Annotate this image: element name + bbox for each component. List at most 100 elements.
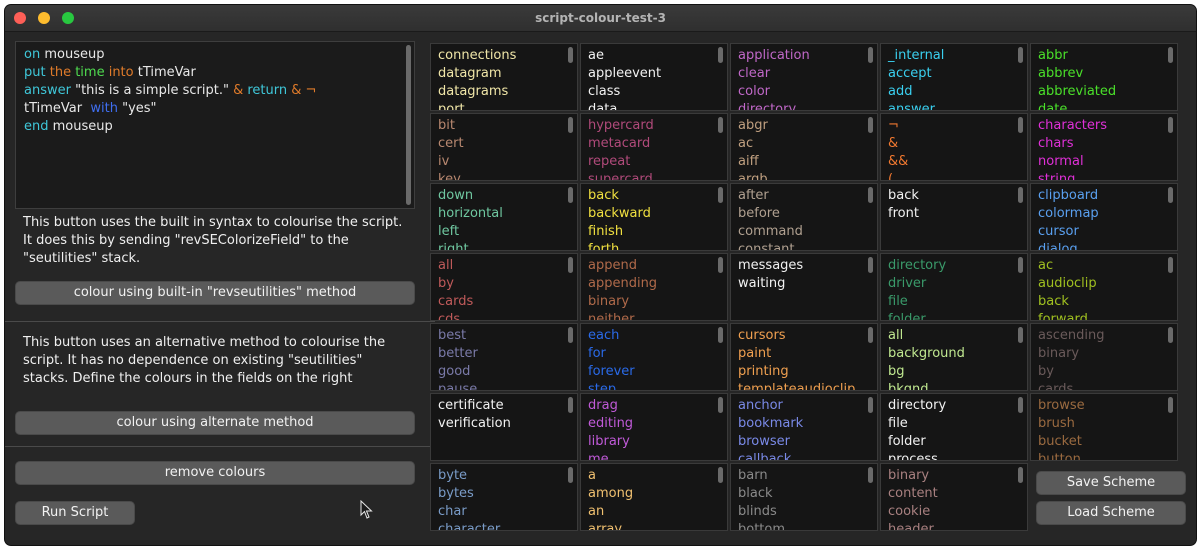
- script-token: tTimeVar: [24, 101, 87, 116]
- keyword-entry: step: [588, 382, 617, 391]
- field-scrollbar[interactable]: [718, 187, 723, 203]
- field-scrollbar[interactable]: [1018, 257, 1023, 273]
- keyword-colour-field[interactable]: ¬ & &&(: [880, 113, 1028, 181]
- field-scrollbar[interactable]: [1168, 187, 1173, 203]
- script-field[interactable]: on mouseup put the time into tTimeVar answ…: [15, 41, 415, 209]
- keyword-colour-field[interactable]: browse brush bucket button: [1030, 393, 1178, 461]
- field-scrollbar[interactable]: [1168, 47, 1173, 63]
- keyword-colour-field[interactable]: anchor bookmark browser callback: [730, 393, 878, 461]
- field-scrollbar[interactable]: [1168, 397, 1173, 413]
- keyword-entry: among: [588, 486, 634, 501]
- remove-colours-button[interactable]: remove colours: [15, 461, 415, 485]
- field-scrollbar[interactable]: [1168, 257, 1173, 273]
- keyword-colour-field[interactable]: messages waiting: [730, 253, 878, 321]
- keyword-entry: appleevent: [588, 66, 662, 81]
- keyword-entry: forth: [588, 242, 620, 251]
- keyword-colour-field[interactable]: cursors paint printing templateaudioclip: [730, 323, 878, 391]
- keyword-colour-field[interactable]: ac audioclip back forward: [1030, 253, 1178, 321]
- alternate-description: This button uses an alternative method t…: [23, 335, 386, 386]
- field-scrollbar[interactable]: [868, 467, 873, 483]
- colour-builtin-button[interactable]: colour using built-in "revseutilities" m…: [15, 281, 415, 305]
- keyword-colour-field[interactable]: barn black blinds bottom: [730, 463, 878, 531]
- field-scrollbar[interactable]: [718, 327, 723, 343]
- field-scrollbar[interactable]: [868, 117, 873, 133]
- keyword-colour-field[interactable]: characters chars normal string: [1030, 113, 1178, 181]
- field-scrollbar[interactable]: [568, 187, 573, 203]
- field-scrollbar[interactable]: [568, 397, 573, 413]
- field-scrollbar[interactable]: [868, 327, 873, 343]
- keyword-colour-field[interactable]: directory file folder process: [880, 393, 1028, 461]
- field-scrollbar[interactable]: [568, 47, 573, 63]
- save-scheme-button[interactable]: Save Scheme: [1036, 471, 1186, 495]
- keyword-colour-field[interactable]: certificate verification: [430, 393, 578, 461]
- load-scheme-button[interactable]: Load Scheme: [1036, 501, 1186, 525]
- keyword-entry: connections: [438, 48, 517, 63]
- field-scrollbar[interactable]: [718, 467, 723, 483]
- keyword-colour-field[interactable]: directory driver file folder: [880, 253, 1028, 321]
- keyword-entry: char: [438, 504, 467, 519]
- keyword-colour-field[interactable]: _internal accept add answer: [880, 43, 1028, 111]
- script-scrollbar[interactable]: [406, 45, 411, 205]
- keyword-colour-field[interactable]: back front: [880, 183, 1028, 251]
- field-scrollbar[interactable]: [718, 117, 723, 133]
- field-scrollbar[interactable]: [1018, 327, 1023, 343]
- field-scrollbar[interactable]: [1018, 467, 1023, 483]
- keyword-colour-field[interactable]: best better good pause: [430, 323, 578, 391]
- keyword-colour-field[interactable]: bit cert iv key: [430, 113, 578, 181]
- keyword-colour-field[interactable]: a among an array: [580, 463, 728, 531]
- field-scrollbar[interactable]: [718, 47, 723, 63]
- colour-alternate-button[interactable]: colour using alternate method: [15, 411, 415, 435]
- keyword-entry: cert: [438, 136, 464, 151]
- field-scrollbar[interactable]: [568, 327, 573, 343]
- keyword-entry: horizontal: [438, 206, 503, 221]
- keyword-colour-field[interactable]: clipboard colormap cursor dialog: [1030, 183, 1178, 251]
- field-scrollbar[interactable]: [868, 187, 873, 203]
- script-token: answer: [24, 83, 71, 98]
- keyword-colour-field[interactable]: after before command constant: [730, 183, 878, 251]
- field-scrollbar[interactable]: [718, 397, 723, 413]
- keyword-entry: header: [888, 522, 934, 531]
- field-scrollbar[interactable]: [1018, 397, 1023, 413]
- script-token: "yes": [117, 101, 157, 116]
- keyword-entry: for: [588, 346, 606, 361]
- field-scrollbar[interactable]: [718, 257, 723, 273]
- keyword-colour-field[interactable]: back backward finish forth: [580, 183, 728, 251]
- keyword-colour-field[interactable]: drag editing library me: [580, 393, 728, 461]
- field-scrollbar[interactable]: [1018, 187, 1023, 203]
- keyword-colour-field[interactable]: append appending binary neither: [580, 253, 728, 321]
- field-scrollbar[interactable]: [1018, 117, 1023, 133]
- keyword-colour-field[interactable]: down horizontal left right: [430, 183, 578, 251]
- keyword-entry: by: [438, 276, 454, 291]
- keyword-colour-field[interactable]: all by cards cds: [430, 253, 578, 321]
- keyword-colour-field[interactable]: all background bg bkgnd: [880, 323, 1028, 391]
- field-scrollbar[interactable]: [1168, 327, 1173, 343]
- keyword-colour-field[interactable]: abbr abbrev abbreviated date: [1030, 43, 1178, 111]
- field-scrollbar[interactable]: [568, 257, 573, 273]
- keyword-entry: folder: [888, 434, 926, 449]
- keyword-entry: metacard: [588, 136, 651, 151]
- keyword-colour-field[interactable]: abgr ac aiff argb: [730, 113, 878, 181]
- keyword-entry: characters: [1038, 118, 1108, 133]
- keyword-colour-field[interactable]: each for forever step: [580, 323, 728, 391]
- keyword-colour-field[interactable]: ascending binary by cards: [1030, 323, 1178, 391]
- field-scrollbar[interactable]: [1018, 47, 1023, 63]
- field-scrollbar[interactable]: [868, 257, 873, 273]
- keyword-entry: by: [1038, 364, 1054, 379]
- field-scrollbar[interactable]: [868, 47, 873, 63]
- keyword-entry: right: [438, 242, 469, 251]
- field-scrollbar[interactable]: [568, 117, 573, 133]
- field-scrollbar[interactable]: [568, 467, 573, 483]
- keyword-colour-field[interactable]: binary content cookie header: [880, 463, 1028, 531]
- window-title: script-colour-test-3: [535, 11, 666, 25]
- keyword-entry: binary: [588, 294, 630, 309]
- field-scrollbar[interactable]: [1168, 117, 1173, 133]
- keyword-colour-field[interactable]: application clear color directory: [730, 43, 878, 111]
- keyword-colour-field[interactable]: byte bytes char character: [430, 463, 578, 531]
- keyword-colour-field[interactable]: connections datagram datagrams port: [430, 43, 578, 111]
- keyword-entry: library: [588, 434, 630, 449]
- keyword-entry: append: [588, 258, 637, 273]
- run-script-button[interactable]: Run Script: [15, 501, 135, 525]
- field-scrollbar[interactable]: [868, 397, 873, 413]
- keyword-colour-field[interactable]: ae appleevent class data: [580, 43, 728, 111]
- keyword-colour-field[interactable]: hypercard metacard repeat supercard: [580, 113, 728, 181]
